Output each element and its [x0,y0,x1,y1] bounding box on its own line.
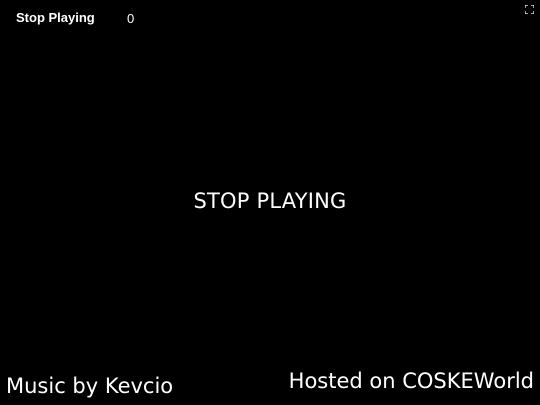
fullscreen-icon [525,5,534,14]
game-canvas[interactable]: Stop Playing 0 STOP PLAYING Music by Kev… [0,0,540,405]
host-credit: Hosted on COSKEWorld [288,369,534,393]
fullscreen-button[interactable] [525,5,534,14]
music-credit: Music by Kevcio [6,374,174,398]
center-message: STOP PLAYING [193,189,347,213]
hud-game-title: Stop Playing [16,10,95,25]
hud-score: 0 [127,11,135,26]
